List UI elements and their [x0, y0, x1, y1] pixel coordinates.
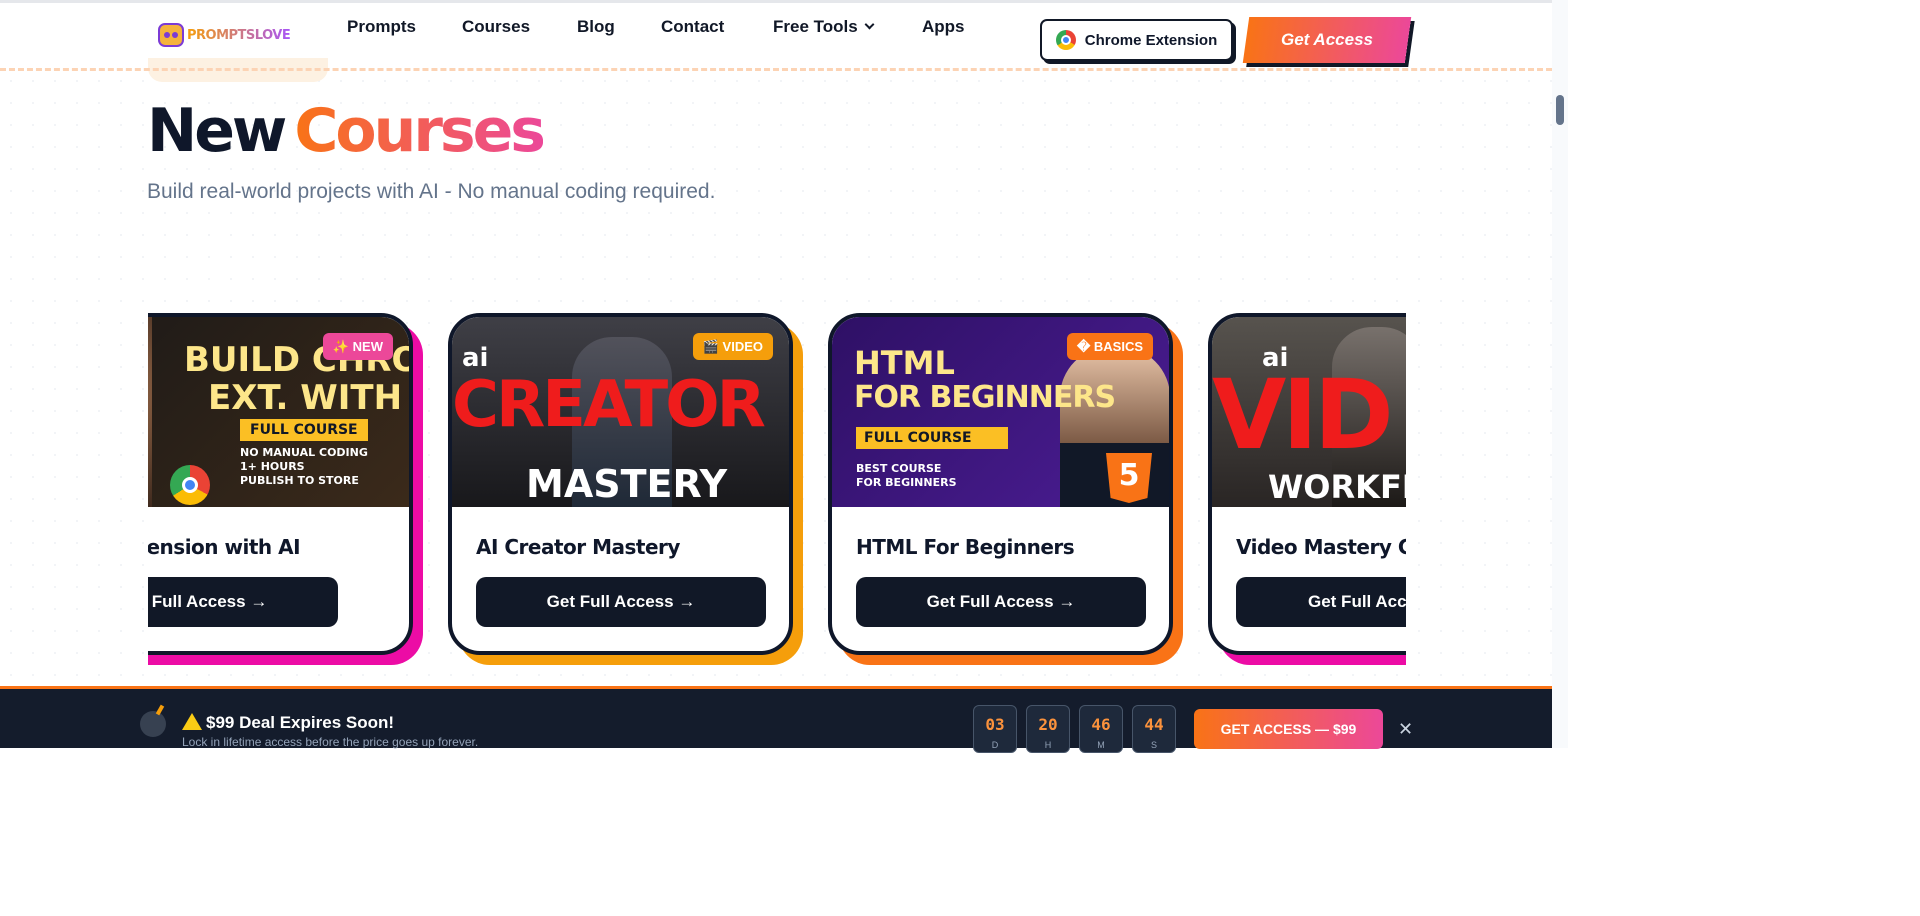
page-title: New Courses: [147, 96, 546, 166]
course-card[interactable]: ai VID WORKFL Video Mastery C Get Full A…: [1208, 313, 1406, 665]
get-full-access-button[interactable]: Get Full Access →: [148, 577, 338, 627]
thumb-line: FOR BEGINNERS: [854, 380, 1116, 415]
get-access-label: Get Access: [1281, 30, 1373, 49]
thumb-line: EXT. WITH AI: [208, 378, 409, 418]
card-body: ai VID WORKFL Video Mastery C Get Full A…: [1208, 313, 1406, 655]
countdown-unit: M: [1097, 740, 1105, 750]
deal-banner: $99 Deal Expires Soon! Lock in lifetime …: [0, 686, 1552, 753]
course-badge: ✨ NEW: [322, 333, 393, 360]
nav-free-tools[interactable]: Free Tools: [773, 17, 875, 37]
warning-icon: [182, 713, 202, 730]
thumb-line: FULL COURSE: [856, 427, 1008, 449]
get-full-access-button[interactable]: Get Full Access →: [856, 577, 1146, 627]
logo-text: PROMPTSLOVE: [187, 27, 291, 43]
close-icon[interactable]: ✕: [1398, 719, 1413, 740]
chevron-down-icon: [864, 19, 875, 30]
countdown-unit: H: [1044, 740, 1052, 750]
nav-contact[interactable]: Contact: [661, 17, 724, 37]
thumb-line: VID: [1212, 359, 1394, 471]
page-scrollbar[interactable]: [1552, 0, 1568, 748]
thumb-line: 1+ HOURS: [240, 460, 305, 473]
course-title: me Extension with AI: [148, 535, 301, 559]
countdown-value: 20: [1038, 715, 1058, 734]
course-thumbnail: HTML FOR BEGINNERS FULL COURSE BEST COUR…: [832, 317, 1169, 507]
nav-blog[interactable]: Blog: [577, 17, 615, 37]
thumb-line: MASTERY: [526, 462, 728, 506]
presenter-image: [148, 317, 152, 507]
thumb-line: PUBLISH TO STORE: [240, 474, 359, 487]
thumb-line: BEST COURSE: [856, 462, 942, 475]
chrome-extension-button[interactable]: Chrome Extension: [1040, 19, 1233, 61]
course-badge: � BASICS: [1066, 333, 1153, 360]
deal-title: $99 Deal Expires Soon!: [182, 711, 394, 733]
get-full-access-button[interactable]: Get Full Access →: [476, 577, 766, 627]
chrome-icon: [170, 465, 210, 505]
nav-free-tools-label: Free Tools: [773, 17, 858, 36]
course-title: HTML For Beginners: [856, 535, 1075, 559]
countdown-hours: 20 H: [1026, 705, 1070, 753]
course-thumbnail: ai VID WORKFL: [1212, 317, 1406, 507]
course-title: Video Mastery C: [1236, 535, 1406, 559]
chrome-extension-label: Chrome Extension: [1084, 31, 1218, 49]
card-body: ai CREATOR MASTERY 🎬 VIDEO AI Creator Ma…: [448, 313, 793, 655]
countdown-value: 44: [1144, 715, 1164, 734]
nav-courses[interactable]: Courses: [462, 17, 530, 37]
logo[interactable]: PROMPTSLOVE: [158, 23, 291, 47]
card-body: HTML FOR BEGINNERS FULL COURSE BEST COUR…: [828, 313, 1173, 655]
thumb-line: FOR BEGINNERS: [856, 476, 957, 489]
countdown-minutes: 46 M: [1079, 705, 1123, 753]
page-subtitle: Build real-world projects with AI - No m…: [147, 180, 716, 203]
thumb-line: WORKFL: [1268, 468, 1406, 506]
countdown-unit: S: [1150, 740, 1157, 750]
course-badge: 🎬 VIDEO: [692, 333, 773, 360]
countdown-value: 03: [985, 715, 1005, 734]
nav-apps[interactable]: Apps: [922, 17, 965, 37]
thumb-line: NO MANUAL CODING: [240, 446, 368, 459]
thumb-line: HTML: [854, 344, 955, 382]
html5-icon: 5: [1106, 453, 1152, 503]
chrome-icon: [1055, 30, 1076, 50]
course-card[interactable]: HTML FOR BEGINNERS FULL COURSE BEST COUR…: [828, 313, 1183, 665]
get-access-button[interactable]: Get Access: [1242, 17, 1412, 63]
bomb-icon: [140, 711, 166, 737]
nav-prompts[interactable]: Prompts: [347, 17, 416, 37]
course-card[interactable]: BUILD CHROME EXT. WITH AI FULL COURSE NO…: [148, 313, 423, 665]
title-part-new: New: [147, 96, 287, 166]
course-thumbnail: ai CREATOR MASTERY 🎬 VIDEO: [452, 317, 789, 507]
header-divider: [0, 68, 1552, 71]
countdown-seconds: 44 S: [1132, 705, 1176, 753]
deal-subtitle: Lock in lifetime access before the price…: [182, 735, 479, 749]
course-title: AI Creator Mastery: [476, 535, 680, 559]
countdown-value: 46: [1091, 715, 1111, 734]
deal-title-text: $99 Deal Expires Soon!: [206, 713, 395, 732]
countdown-days: 03 D: [973, 705, 1017, 753]
get-full-access-button[interactable]: Get Full Acc: [1236, 577, 1406, 627]
money-bag-icon: [158, 23, 184, 47]
deal-get-access-button[interactable]: GET ACCESS — $99: [1194, 709, 1383, 749]
courses-carousel[interactable]: BUILD CHROME EXT. WITH AI FULL COURSE NO…: [148, 310, 1406, 665]
thumb-line: CREATOR: [452, 368, 766, 442]
course-thumbnail: BUILD CHROME EXT. WITH AI FULL COURSE NO…: [148, 317, 409, 507]
card-body: BUILD CHROME EXT. WITH AI FULL COURSE NO…: [148, 313, 413, 655]
title-part-courses: Courses: [294, 96, 546, 166]
countdown-unit: D: [991, 740, 999, 750]
scrollbar-thumb[interactable]: [1556, 95, 1564, 125]
thumb-line: FULL COURSE: [240, 419, 368, 441]
course-card[interactable]: ai CREATOR MASTERY 🎬 VIDEO AI Creator Ma…: [448, 313, 803, 665]
